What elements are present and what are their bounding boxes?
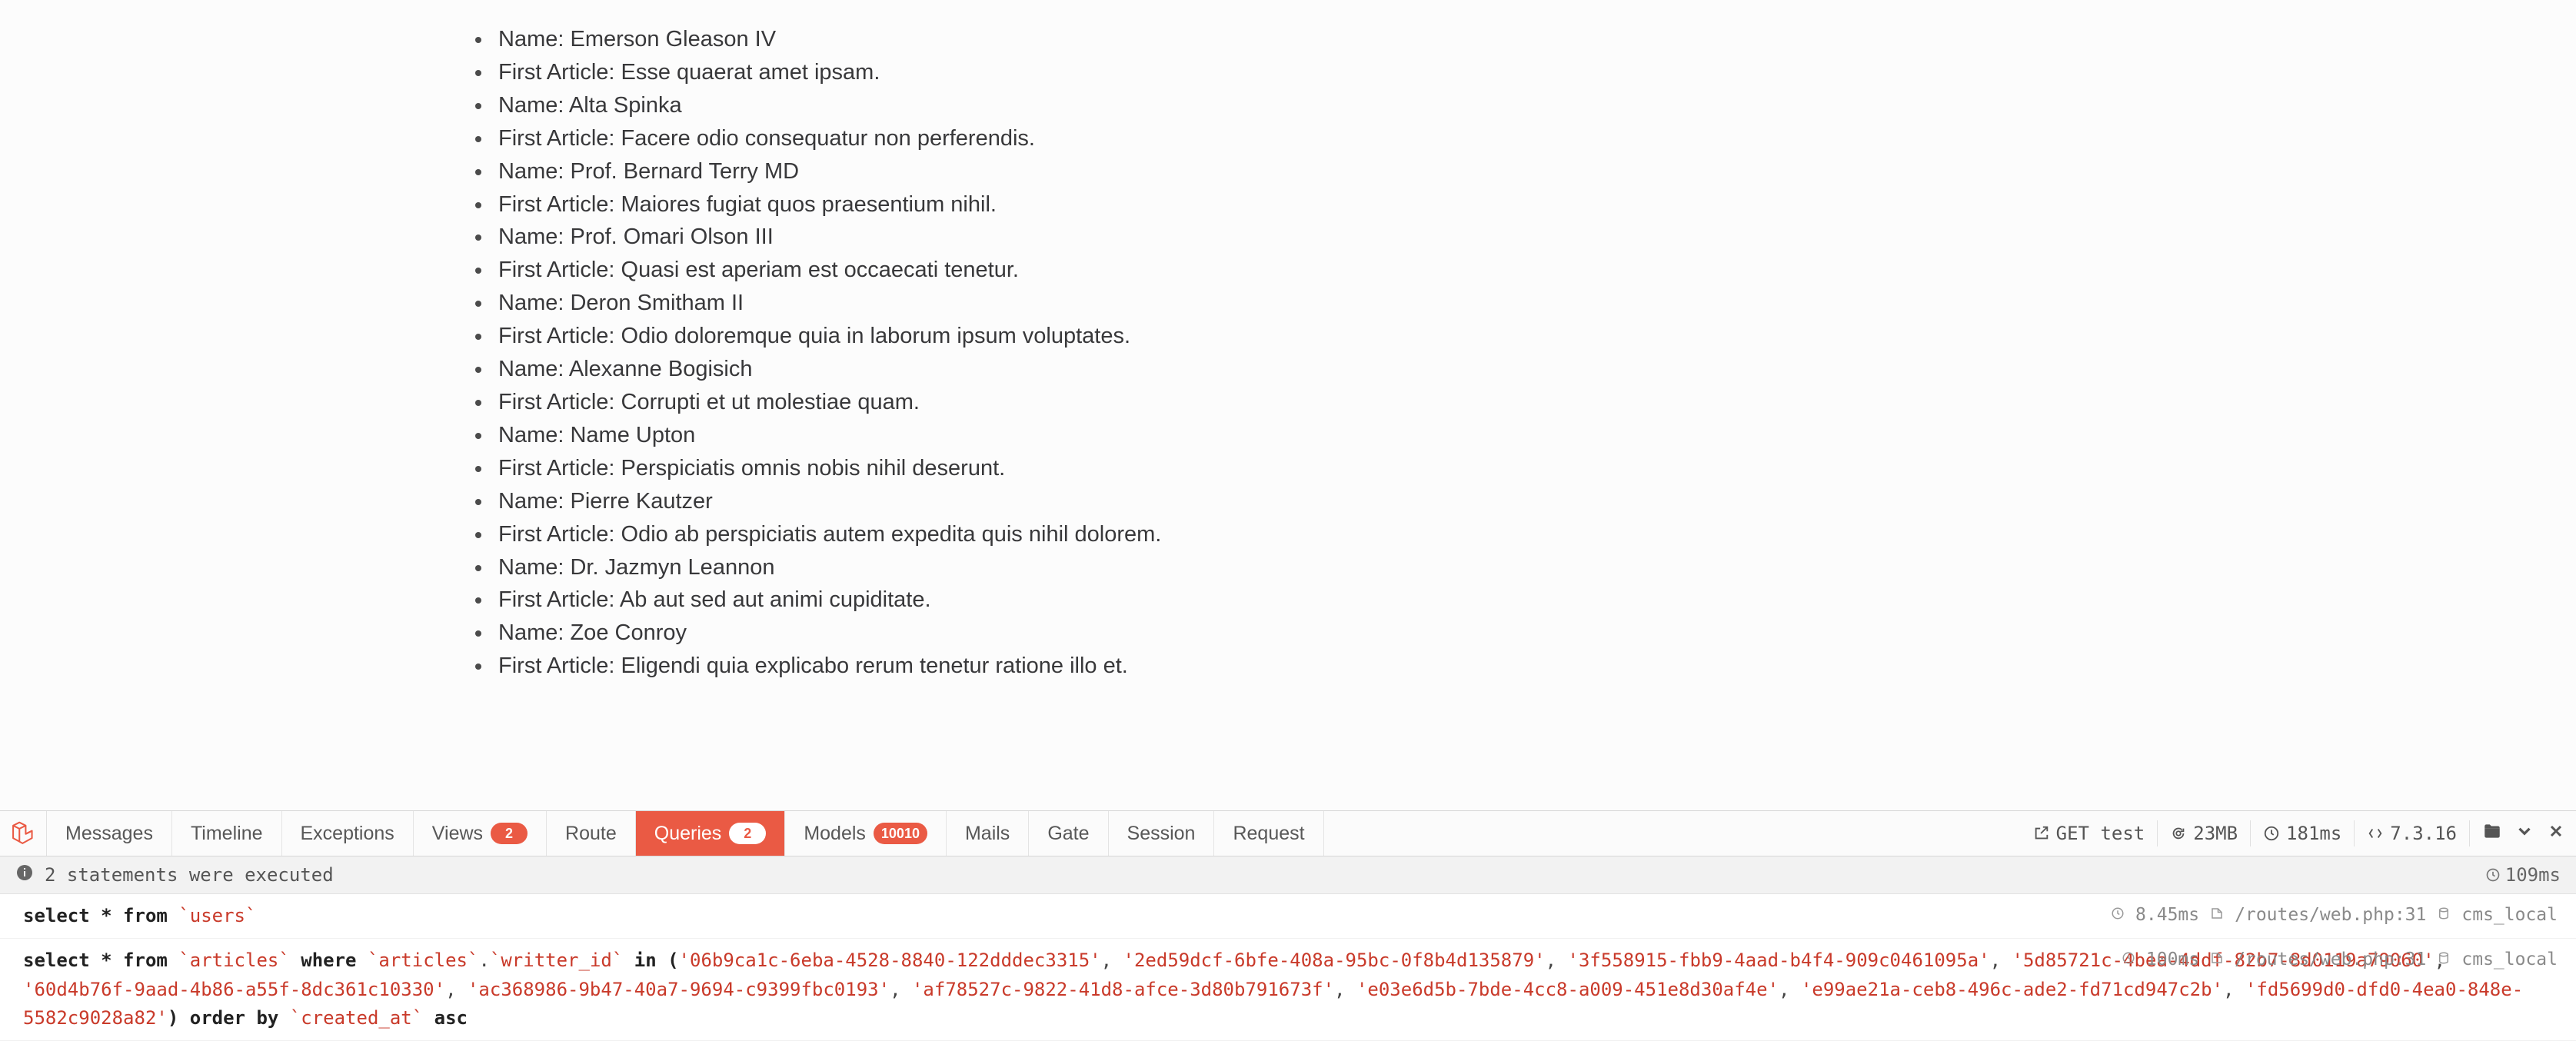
list-item: Name: Name Upton [461,419,2576,452]
query-row[interactable]: 100ms /routes/web.php:31 cms_local selec… [0,939,2576,1041]
queries-summary-bar: 2 statements were executed 109ms [0,856,2576,894]
tab-timeline[interactable]: Timeline [172,811,282,856]
list-item: Name: Prof. Bernard Terry MD [461,155,2576,188]
tab-gate[interactable]: Gate [1029,811,1108,856]
queries-badge: 2 [729,823,766,844]
tab-models[interactable]: Models10010 [785,811,947,856]
list-item: Name: Alexanne Bogisich [461,353,2576,386]
request-method[interactable]: GET test [2033,823,2145,844]
list-item: First Article: Eligendi quia explicabo r… [461,650,2576,683]
list-item: Name: Zoe Conroy [461,617,2576,650]
list-item: First Article: Ab aut sed aut animi cupi… [461,584,2576,617]
query-meta: 100ms /routes/web.php:31 cms_local [2122,946,2558,974]
tab-messages[interactable]: Messages [47,811,172,856]
tab-queries[interactable]: Queries2 [636,811,786,856]
list-item: Name: Dr. Jazmyn Leannon [461,551,2576,584]
php-version[interactable]: 7.3.16 [2367,823,2457,844]
author-article-list: Name: Emerson Gleason IVFirst Article: E… [461,23,2576,683]
memory-usage[interactable]: 23MB [2170,823,2238,844]
query-row[interactable]: select * from `users` 8.45ms /routes/web… [0,894,2576,939]
list-item: Name: Alta Spinka [461,89,2576,122]
tab-exceptions[interactable]: Exceptions [282,811,414,856]
debugbar-status: GET test 23MB 181ms 7.3.16 [2022,811,2576,856]
list-item: Name: Deron Smitham II [461,287,2576,320]
models-badge: 10010 [874,823,927,844]
tab-session[interactable]: Session [1109,811,1215,856]
close-icon[interactable] [2547,822,2565,845]
query-meta: 8.45ms /routes/web.php:31 cms_local [2111,902,2558,930]
chevron-down-icon[interactable] [2514,821,2534,846]
list-item: First Article: Maiores fugiat quos praes… [461,188,2576,221]
folder-icon[interactable] [2482,821,2502,846]
views-badge: 2 [491,823,528,844]
queries-summary-text: 2 statements were executed [45,864,334,886]
request-time[interactable]: 181ms [2263,823,2341,844]
list-item: First Article: Facere odio consequatur n… [461,122,2576,155]
page-content: Name: Emerson Gleason IVFirst Article: E… [0,0,2576,683]
tab-views[interactable]: Views2 [414,811,547,856]
list-item: Name: Emerson Gleason IV [461,23,2576,56]
laravel-icon[interactable] [0,811,47,856]
tab-request[interactable]: Request [1214,811,1323,856]
debugbar-tabs: Messages Timeline Exceptions Views2 Rout… [0,810,2576,856]
list-item: First Article: Perspiciatis omnis nobis … [461,452,2576,485]
queries-list: select * from `users` 8.45ms /routes/web… [0,894,2576,1041]
tab-mails[interactable]: Mails [947,811,1029,856]
queries-total-time: 109ms [2485,864,2561,886]
list-item: First Article: Quasi est aperiam est occ… [461,254,2576,287]
list-item: Name: Pierre Kautzer [461,485,2576,518]
tab-route[interactable]: Route [547,811,636,856]
list-item: First Article: Esse quaerat amet ipsam. [461,56,2576,89]
list-item: First Article: Odio ab perspiciatis aute… [461,518,2576,551]
debugbar: Messages Timeline Exceptions Views2 Rout… [0,810,2576,1041]
list-item: First Article: Corrupti et ut molestiae … [461,386,2576,419]
list-item: First Article: Odio doloremque quia in l… [461,320,2576,353]
list-item: Name: Prof. Omari Olson III [461,221,2576,254]
info-icon [15,863,34,886]
